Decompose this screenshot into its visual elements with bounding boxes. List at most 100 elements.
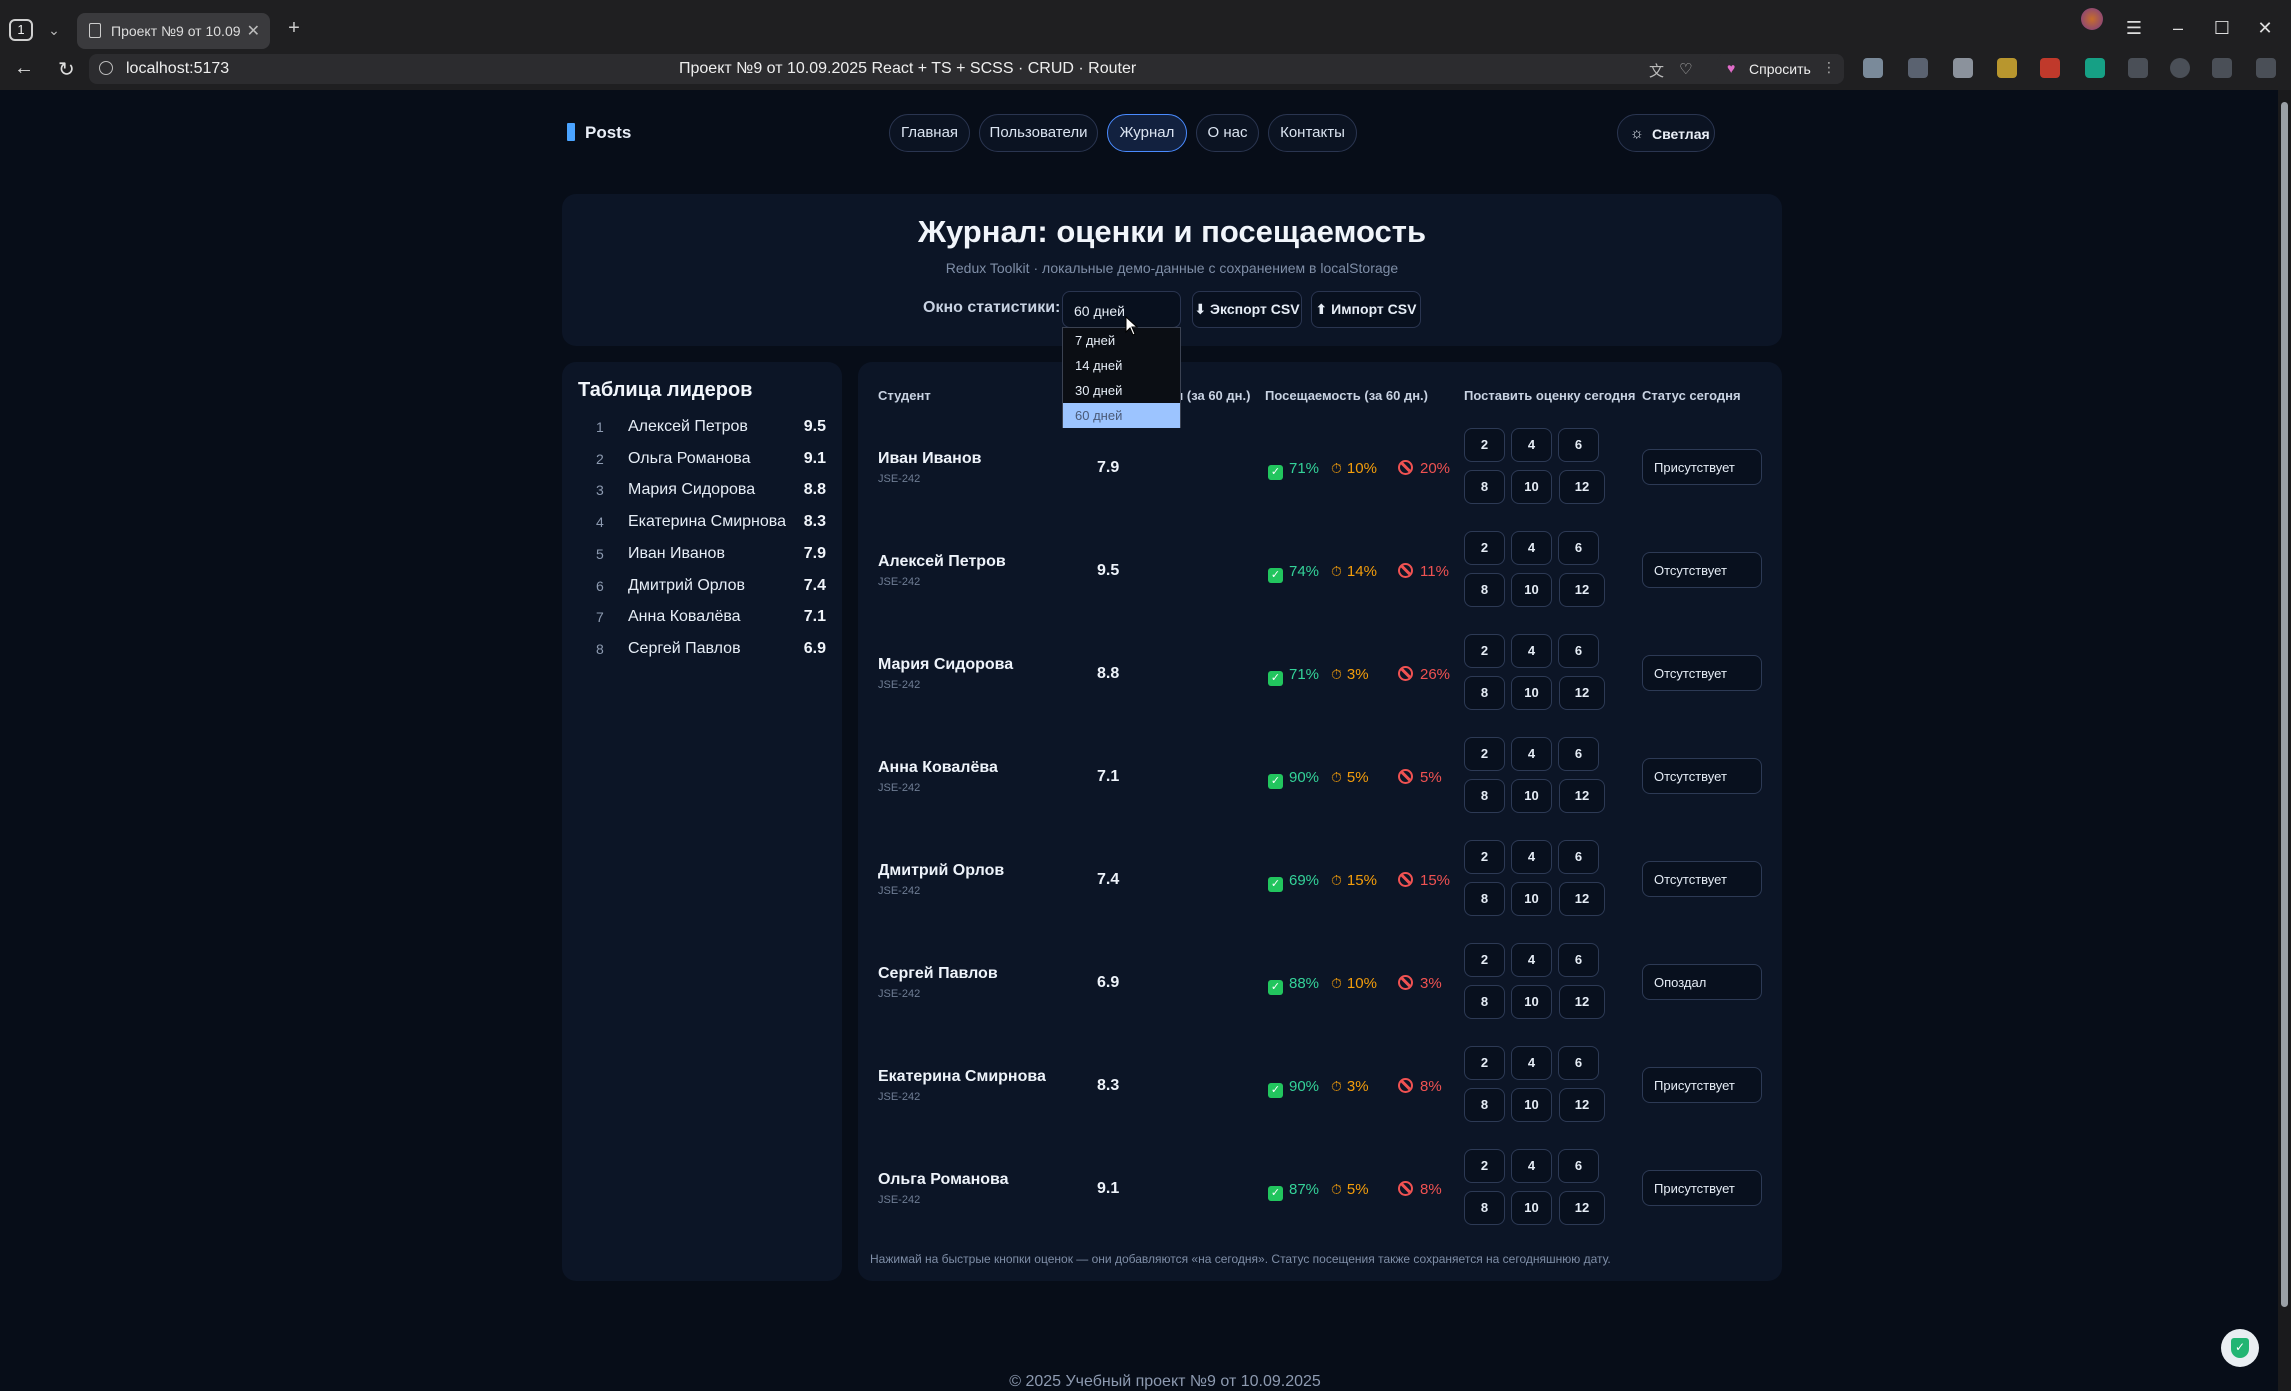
profile-avatar-icon[interactable] [2081,8,2103,30]
grade-button[interactable]: 12 [1559,779,1605,813]
page-scrollbar[interactable] [2278,90,2291,1391]
back-arrow-icon[interactable]: ← [14,57,34,80]
grade-button[interactable]: 8 [1464,1191,1505,1225]
grade-button[interactable]: 4 [1511,428,1552,462]
grade-button[interactable]: 8 [1464,779,1505,813]
grade-button[interactable]: 8 [1464,676,1505,710]
grade-button[interactable]: 2 [1464,428,1505,462]
download-icon[interactable] [2256,58,2276,78]
grade-button[interactable]: 4 [1511,737,1552,771]
security-shield-badge[interactable]: ✓ [2221,1329,2259,1367]
grade-button[interactable]: 2 [1464,634,1505,668]
grade-button[interactable]: 10 [1511,1088,1552,1122]
attendance-status-select[interactable]: Присутствует [1642,1170,1762,1206]
extensions-puzzle-icon[interactable] [2128,58,2148,78]
reload-icon[interactable]: ↻ [58,57,75,82]
grade-button[interactable]: 4 [1511,531,1552,565]
grade-button[interactable]: 2 [1464,531,1505,565]
ask-ai-button[interactable]: ♥ Спросить ⋮ [1717,54,1844,84]
brand-logo[interactable]: Posts [567,123,631,143]
grade-button[interactable]: 12 [1559,985,1605,1019]
grade-button[interactable]: 4 [1511,1149,1552,1183]
grade-button[interactable]: 6 [1558,840,1599,874]
grade-button[interactable]: 8 [1464,1088,1505,1122]
close-window-icon[interactable]: ✕ [2253,18,2277,39]
grade-button[interactable]: 6 [1558,531,1599,565]
theme-toggle-button[interactable]: ☼ Светлая [1617,114,1715,152]
nav-users[interactable]: Пользователи [979,114,1098,152]
grade-button[interactable]: 12 [1559,1088,1605,1122]
extension-character-icon[interactable] [1997,58,2017,78]
minimize-icon[interactable]: – [2166,18,2190,39]
grade-button[interactable]: 8 [1464,470,1505,504]
media-play-icon[interactable] [2170,58,2190,78]
grade-button[interactable]: 2 [1464,1046,1505,1080]
grade-button[interactable]: 8 [1464,985,1505,1019]
nav-journal[interactable]: Журнал [1107,114,1187,152]
attendance-status-select[interactable]: Отсутствует [1642,758,1762,794]
new-tab-plus-icon[interactable]: + [282,17,306,41]
nav-contacts[interactable]: Контакты [1268,114,1357,152]
grade-button[interactable]: 12 [1559,573,1605,607]
attendance-status-select[interactable]: Присутствует [1642,1067,1762,1103]
grade-button[interactable]: 12 [1559,882,1605,916]
grade-button[interactable]: 10 [1511,573,1552,607]
bookmark-icon[interactable]: ♡ [1679,60,1692,78]
attendance-status-select[interactable]: Отсутствует [1642,552,1762,588]
extension-v-icon[interactable] [1953,58,1973,78]
option-60-days[interactable]: 60 дней [1063,403,1180,428]
grade-button[interactable]: 8 [1464,573,1505,607]
more-vertical-icon[interactable]: ⋮ [1822,59,1836,76]
grade-button[interactable]: 6 [1558,943,1599,977]
grade-button[interactable]: 12 [1559,676,1605,710]
menu-icon[interactable]: ☰ [2122,18,2146,39]
attendance-status-select[interactable]: Отсутствует [1642,655,1762,691]
grade-button[interactable]: 6 [1558,1149,1599,1183]
extension-shield-icon[interactable] [1863,58,1883,78]
grade-button[interactable]: 10 [1511,985,1552,1019]
extension-cube-icon[interactable] [1908,58,1928,78]
maximize-icon[interactable]: ☐ [2210,18,2234,39]
nav-about[interactable]: О нас [1196,114,1259,152]
grade-button[interactable]: 4 [1511,943,1552,977]
grade-button[interactable]: 10 [1511,676,1552,710]
grade-button[interactable]: 12 [1559,470,1605,504]
tab-list-chevron-icon[interactable]: ⌄ [44,18,64,42]
translate-icon[interactable]: 文 [1649,60,1664,81]
extension-green-shield-icon[interactable] [2085,58,2105,78]
sidebar-icon[interactable] [2212,58,2232,78]
nav-home[interactable]: Главная [889,114,970,152]
grade-button[interactable]: 6 [1558,737,1599,771]
import-csv-button[interactable]: ⬆ Импорт CSV [1311,291,1421,328]
attendance-status-select[interactable]: Отсутствует [1642,861,1762,897]
grade-button[interactable]: 10 [1511,470,1552,504]
grade-button[interactable]: 6 [1558,1046,1599,1080]
grade-button[interactable]: 4 [1511,840,1552,874]
option-30-days[interactable]: 30 дней [1063,378,1180,403]
grade-button[interactable]: 12 [1559,1191,1605,1225]
option-7-days[interactable]: 7 дней [1063,328,1180,353]
browser-tab[interactable]: Проект №9 от 10.09.2025 ✕ [77,13,270,49]
grade-button[interactable]: 2 [1464,943,1505,977]
grade-button[interactable]: 6 [1558,634,1599,668]
grade-button[interactable]: 4 [1511,634,1552,668]
stats-window-select[interactable]: 60 дней [1062,291,1181,328]
grade-button[interactable]: 8 [1464,882,1505,916]
grade-button[interactable]: 10 [1511,1191,1552,1225]
tab-counter[interactable]: 1 [9,19,33,41]
grade-button[interactable]: 4 [1511,1046,1552,1080]
attendance-status-select[interactable]: Присутствует [1642,449,1762,485]
option-14-days[interactable]: 14 дней [1063,353,1180,378]
grade-button[interactable]: 2 [1464,737,1505,771]
grade-button[interactable]: 10 [1511,882,1552,916]
address-bar[interactable]: localhost:5173 Проект №9 от 10.09.2025 R… [89,54,1844,84]
tab-close-icon[interactable]: ✕ [247,21,260,41]
grade-button[interactable]: 10 [1511,779,1552,813]
grade-button[interactable]: 2 [1464,1149,1505,1183]
export-csv-button[interactable]: ⬇ Экспорт CSV [1192,291,1302,328]
attendance-status-select[interactable]: Опоздал [1642,964,1762,1000]
grade-button[interactable]: 2 [1464,840,1505,874]
extension-red-icon[interactable] [2040,58,2060,78]
scrollbar-thumb[interactable] [2281,102,2288,1307]
grade-button[interactable]: 6 [1558,428,1599,462]
